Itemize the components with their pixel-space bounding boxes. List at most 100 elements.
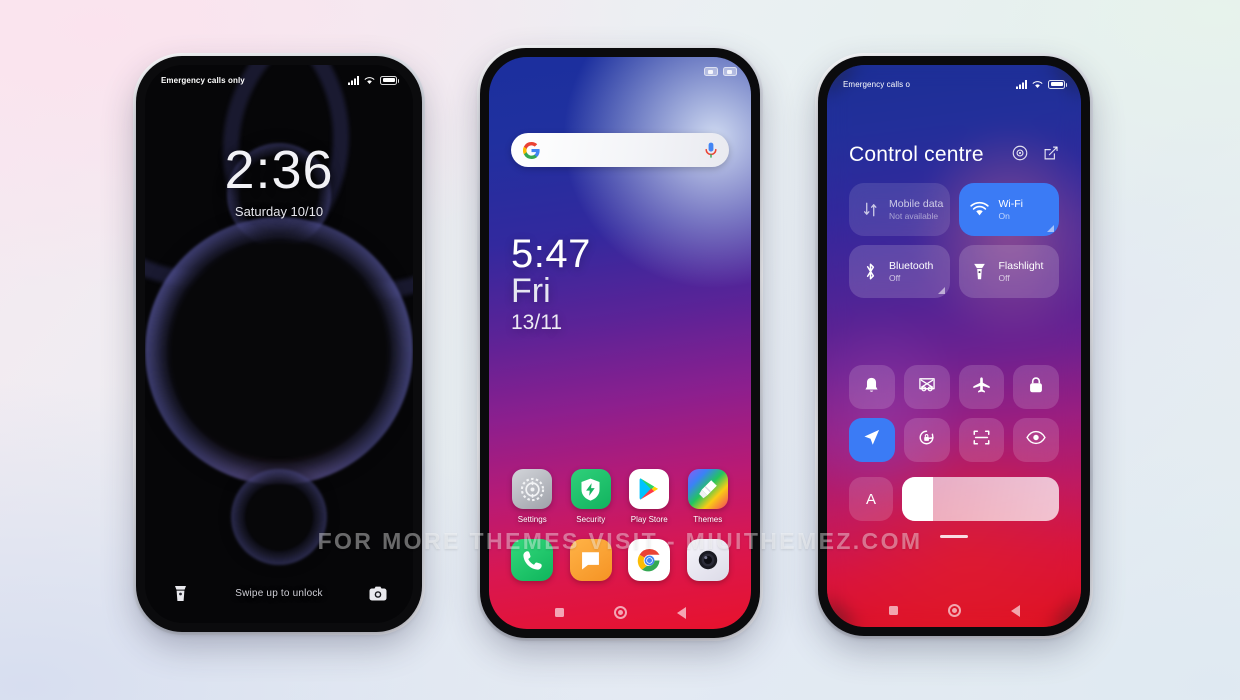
camera-lens-icon[interactable] xyxy=(686,539,729,581)
home-button-icon[interactable] xyxy=(947,604,961,617)
lock-screen-display[interactable]: Emergency calls only 2:36 Saturday 10/10 xyxy=(145,65,413,623)
home-date: 13/11 xyxy=(511,311,562,335)
scan-icon xyxy=(972,428,991,452)
lock-bottom-bar: Swipe up to unlock xyxy=(145,581,413,605)
camera-icon[interactable] xyxy=(365,581,391,605)
toggle-auto-rotate[interactable] xyxy=(903,418,950,462)
quick-toggle-grid xyxy=(849,365,1059,462)
tile-expand-corner-icon[interactable] xyxy=(937,287,945,294)
flashlight-icon xyxy=(970,262,990,282)
page-title: Control centre xyxy=(849,143,984,166)
app-play-store[interactable]: Play Store xyxy=(620,469,678,524)
home-time: 5:47 xyxy=(511,232,591,276)
app-grid-row: Settings Security Play Store Themes xyxy=(503,469,737,524)
signal-icon xyxy=(1016,79,1027,89)
wallpaper-ring-large xyxy=(145,217,413,485)
bluetooth-icon xyxy=(860,262,880,282)
messages-icon[interactable] xyxy=(569,539,612,581)
phone-lock-screen: Emergency calls only 2:36 Saturday 10/10 xyxy=(133,53,425,635)
silent-bell-icon xyxy=(863,376,880,399)
tile-title: Wi-Fi xyxy=(998,198,1024,210)
app-label: Security xyxy=(576,515,606,524)
settings-gear-icon xyxy=(512,469,553,509)
airplane-mode-icon xyxy=(972,376,991,399)
google-g-icon xyxy=(523,141,540,159)
home-day: Fri xyxy=(511,272,551,311)
wifi-icon xyxy=(970,200,990,220)
tile-status: On xyxy=(998,211,1010,221)
tile-text: Flashlight Off xyxy=(999,260,1044,283)
toggle-silent[interactable] xyxy=(849,365,895,409)
auto-brightness-label: A xyxy=(865,490,876,508)
toggle-reading-mode[interactable] xyxy=(1013,418,1059,462)
tile-mobile-data[interactable]: Mobile data Not available xyxy=(849,183,950,236)
back-button-icon[interactable] xyxy=(676,606,686,619)
recents-button-icon[interactable] xyxy=(554,608,564,617)
navigation-bar xyxy=(489,606,751,619)
status-icons xyxy=(348,75,399,85)
home-clock-widget[interactable]: 5:47 Fri 13/11 xyxy=(511,232,591,336)
toggle-screenshot[interactable] xyxy=(903,365,950,409)
search-input[interactable] xyxy=(511,133,729,167)
phone-control-centre: Emergency calls o Control centre Mobile … xyxy=(815,53,1093,639)
security-shield-icon xyxy=(570,469,611,509)
tile-status: Off xyxy=(889,273,901,283)
app-label: Themes xyxy=(693,515,723,524)
app-label: Settings xyxy=(517,515,547,524)
brightness-row: A xyxy=(849,477,1059,521)
tile-text: Bluetooth Off xyxy=(889,260,933,283)
auto-brightness-button[interactable]: A xyxy=(849,477,893,521)
lock-status-bar: Emergency calls only xyxy=(145,65,413,95)
app-security[interactable]: Security xyxy=(562,469,620,524)
home-button-icon[interactable] xyxy=(613,606,627,619)
home-screen-display[interactable]: 5:47 Fri 13/11 Settings Security Play St… xyxy=(489,57,751,629)
carrier-label: Emergency calls o xyxy=(843,79,911,89)
status-chip-icon xyxy=(704,67,718,76)
tile-title: Bluetooth xyxy=(889,260,934,272)
flashlight-icon[interactable] xyxy=(167,581,193,605)
settings-circle-icon[interactable] xyxy=(1012,145,1028,166)
lock-time: 2:36 xyxy=(224,140,334,200)
microphone-icon[interactable] xyxy=(705,142,717,159)
tile-title: Mobile data xyxy=(889,198,944,210)
back-button-icon[interactable] xyxy=(1010,604,1020,617)
quick-settings-tiles: Mobile data Not available Wi-Fi On Bluet… xyxy=(849,183,1059,298)
status-icons xyxy=(1016,79,1067,89)
tile-expand-corner-icon[interactable] xyxy=(1047,225,1054,232)
wallpaper-ring-small-bottom xyxy=(231,469,327,565)
toggle-airplane-mode[interactable] xyxy=(958,365,1005,409)
toggle-location[interactable] xyxy=(849,418,895,462)
phone-icon[interactable] xyxy=(511,539,554,581)
battery-icon xyxy=(723,67,737,76)
screenshot-icon xyxy=(918,376,936,398)
brightness-slider[interactable] xyxy=(902,477,1059,521)
tile-wifi[interactable]: Wi-Fi On xyxy=(958,183,1059,236)
chrome-icon[interactable] xyxy=(628,539,671,581)
toggle-scan[interactable] xyxy=(958,418,1005,462)
recents-button-icon[interactable] xyxy=(888,606,898,615)
tile-bluetooth[interactable]: Bluetooth Off xyxy=(849,245,950,298)
tile-status: Off xyxy=(998,273,1010,283)
toggle-lock[interactable] xyxy=(1013,365,1059,409)
app-themes[interactable]: Themes xyxy=(679,469,737,524)
tile-text: Wi-Fi On xyxy=(999,198,1024,221)
lock-clock: 2:36 Saturday 10/10 xyxy=(145,143,413,219)
mobile-data-icon xyxy=(860,200,880,220)
unlock-hint: Swipe up to unlock xyxy=(235,587,323,599)
play-store-icon xyxy=(629,469,670,509)
control-centre-display[interactable]: Emergency calls o Control centre Mobile … xyxy=(827,65,1081,627)
edit-icon[interactable] xyxy=(1043,145,1059,166)
app-settings[interactable]: Settings xyxy=(503,469,561,524)
lock-date: Saturday 10/10 xyxy=(234,204,324,219)
tile-text: Mobile data Not available xyxy=(889,198,944,221)
navigation-bar xyxy=(827,604,1081,617)
signal-icon xyxy=(348,75,359,85)
battery-icon xyxy=(1048,79,1067,89)
drag-handle[interactable] xyxy=(940,535,968,538)
battery-icon xyxy=(380,75,399,85)
dock xyxy=(503,539,737,581)
reading-mode-eye-icon xyxy=(1026,430,1046,450)
auto-rotate-lock-icon xyxy=(917,428,936,452)
tile-flashlight[interactable]: Flashlight Off xyxy=(958,245,1059,298)
app-label: Play Store xyxy=(630,515,668,524)
